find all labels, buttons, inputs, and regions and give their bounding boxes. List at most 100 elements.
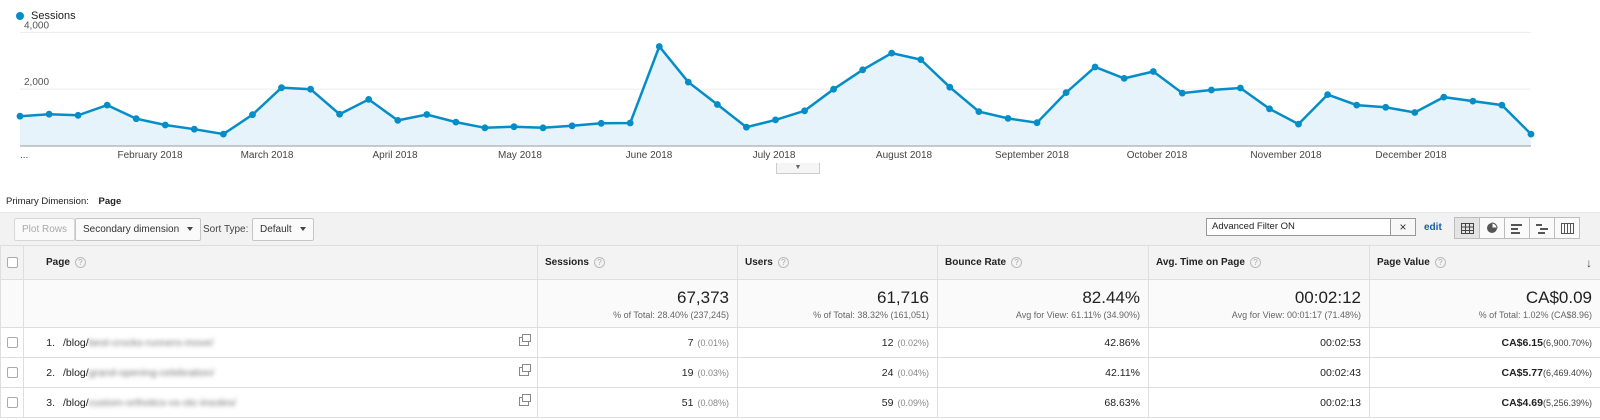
data-point (946, 83, 954, 91)
data-point (888, 49, 896, 57)
data-point (278, 84, 285, 92)
row-checkbox-cell (0, 357, 24, 388)
data-point (1237, 84, 1244, 92)
users-pct: (0.02%) (897, 337, 929, 348)
page-path-prefix[interactable]: /blog/ (63, 337, 89, 349)
x-tick-label: December 2018 (1375, 150, 1447, 161)
chart-collapse-handle[interactable]: ▼ (776, 163, 820, 174)
totals-avg-time-value: 00:02:12 (1294, 288, 1361, 307)
x-tick-label: July 2018 (753, 150, 796, 161)
header-sessions-label: Sessions (545, 257, 589, 269)
page-cell: 1. /blog/best-crocks-runners-move/ (23, 327, 538, 358)
users-cell: 12 (0.02%) (737, 327, 938, 358)
header-sessions[interactable]: Sessions? (537, 245, 738, 280)
totals-row: 67,373 % of Total: 28.40% (237,245) 61,71… (0, 279, 1600, 328)
data-point (74, 111, 82, 119)
edit-filter-link[interactable]: edit (1424, 222, 1442, 233)
header-users[interactable]: Users? (737, 245, 938, 280)
external-link-icon[interactable] (519, 394, 531, 406)
data-point (597, 119, 605, 127)
chevron-down-icon (299, 227, 306, 232)
page-path-slug[interactable]: grand-opening-celebration/ (89, 367, 215, 379)
x-tick-label: October 2018 (1127, 150, 1188, 161)
users-pct: (0.09%) (897, 397, 929, 408)
pivot-view-icon[interactable] (1554, 217, 1580, 239)
header-page-value[interactable]: Page Value? ↓ (1369, 245, 1600, 280)
data-point (801, 107, 808, 115)
legend-dot (16, 12, 24, 20)
page-value: CA$6.15 (1501, 336, 1543, 349)
header-page-label: Page (46, 257, 70, 269)
sort-type-dropdown[interactable]: Default (252, 218, 314, 241)
y-tick-label: 2,000 (24, 77, 49, 88)
totals-page-cell (23, 279, 538, 328)
data-point (481, 124, 489, 132)
help-icon[interactable]: ? (1434, 256, 1446, 268)
data-point (830, 85, 837, 93)
clear-filter-icon[interactable]: × (1391, 218, 1416, 236)
chevron-down-icon (187, 227, 194, 232)
external-link-icon[interactable] (519, 364, 531, 376)
help-icon[interactable]: ? (1249, 256, 1261, 268)
data-point (655, 43, 663, 50)
primary-dimension-value[interactable]: Page (99, 196, 122, 207)
performance-view-icon[interactable] (1504, 217, 1530, 239)
data-point (307, 85, 314, 93)
data-point (1091, 63, 1099, 71)
users-cell: 24 (0.04%) (737, 357, 938, 388)
data-point (510, 123, 518, 131)
row-checkbox[interactable] (6, 337, 18, 349)
totals-page-value-sub: % of Total: 1.02% (CA$8.96) (1478, 310, 1592, 320)
row-checkbox[interactable] (6, 397, 18, 409)
totals-sessions-value: 67,373 (677, 288, 729, 307)
page-value-cell: CA$5.77(6,469.40%) (1369, 357, 1600, 388)
header-bounce-rate[interactable]: Bounce Rate? (937, 245, 1149, 280)
page-path-slug[interactable]: custom-orthotics-vs-otc-insoles/ (89, 397, 237, 409)
pie-view-icon[interactable] (1479, 217, 1505, 239)
page-value: CA$5.77 (1501, 366, 1543, 379)
header-avg-time[interactable]: Avg. Time on Page? (1148, 245, 1370, 280)
totals-bounce: 82.44% Avg for View: 61.11% (34.90%) (937, 279, 1149, 328)
data-point (626, 119, 634, 127)
header-page[interactable]: Page? (23, 245, 538, 280)
totals-sessions-sub: % of Total: 28.40% (237,245) (613, 310, 729, 320)
header-bounce-label: Bounce Rate (945, 257, 1007, 269)
select-all-checkbox[interactable] (6, 256, 18, 268)
page-path-prefix[interactable]: /blog/ (63, 397, 89, 409)
help-icon[interactable]: ? (74, 256, 86, 268)
sessions-pct: (0.08%) (697, 397, 729, 408)
sort-descending-icon[interactable]: ↓ (1586, 256, 1592, 270)
data-point (1295, 120, 1302, 128)
help-icon[interactable]: ? (777, 256, 789, 268)
help-icon[interactable]: ? (593, 256, 605, 268)
data-point (220, 130, 227, 138)
filter-input[interactable]: Advanced Filter ON (1206, 218, 1391, 236)
plot-rows-button[interactable]: Plot Rows (14, 218, 76, 241)
totals-avg-time: 00:02:12 Avg for View: 00:01:17 (71.48%) (1148, 279, 1370, 328)
sort-type-label: Sort Type: (203, 224, 249, 235)
data-table: Page? Sessions? Users? Bounce Rate? Avg.… (0, 245, 1600, 418)
avg-time-cell: 00:02:13 (1148, 387, 1370, 418)
page-value-cell: CA$4.69(5,256.39%) (1369, 387, 1600, 418)
row-number: 2. (46, 366, 55, 379)
page-path-prefix[interactable]: /blog/ (63, 367, 89, 379)
page-value-pct: (5,256.39%) (1542, 397, 1592, 408)
sessions-cell: 7 (0.01%) (537, 327, 738, 358)
data-point (190, 125, 198, 133)
table-header-row: Page? Sessions? Users? Bounce Rate? Avg.… (0, 245, 1600, 280)
data-point (1498, 101, 1506, 109)
users-cell: 59 (0.09%) (737, 387, 938, 418)
page-path-slug[interactable]: best-crocks-runners-move/ (89, 337, 214, 349)
data-point (423, 111, 431, 118)
help-icon[interactable]: ? (1011, 256, 1023, 268)
secondary-dimension-dropdown[interactable]: Secondary dimension (75, 218, 202, 241)
data-point (336, 110, 343, 118)
totals-page-value-value: CA$0.09 (1525, 288, 1592, 307)
external-link-icon[interactable] (519, 334, 531, 346)
x-tick-label: March 2018 (241, 150, 294, 161)
row-checkbox[interactable] (6, 367, 18, 379)
totals-page-value: CA$0.09 % of Total: 1.02% (CA$8.96) (1369, 279, 1600, 328)
users-value: 59 (881, 396, 894, 409)
table-view-icon[interactable] (1454, 217, 1480, 239)
comparison-view-icon[interactable] (1529, 217, 1555, 239)
